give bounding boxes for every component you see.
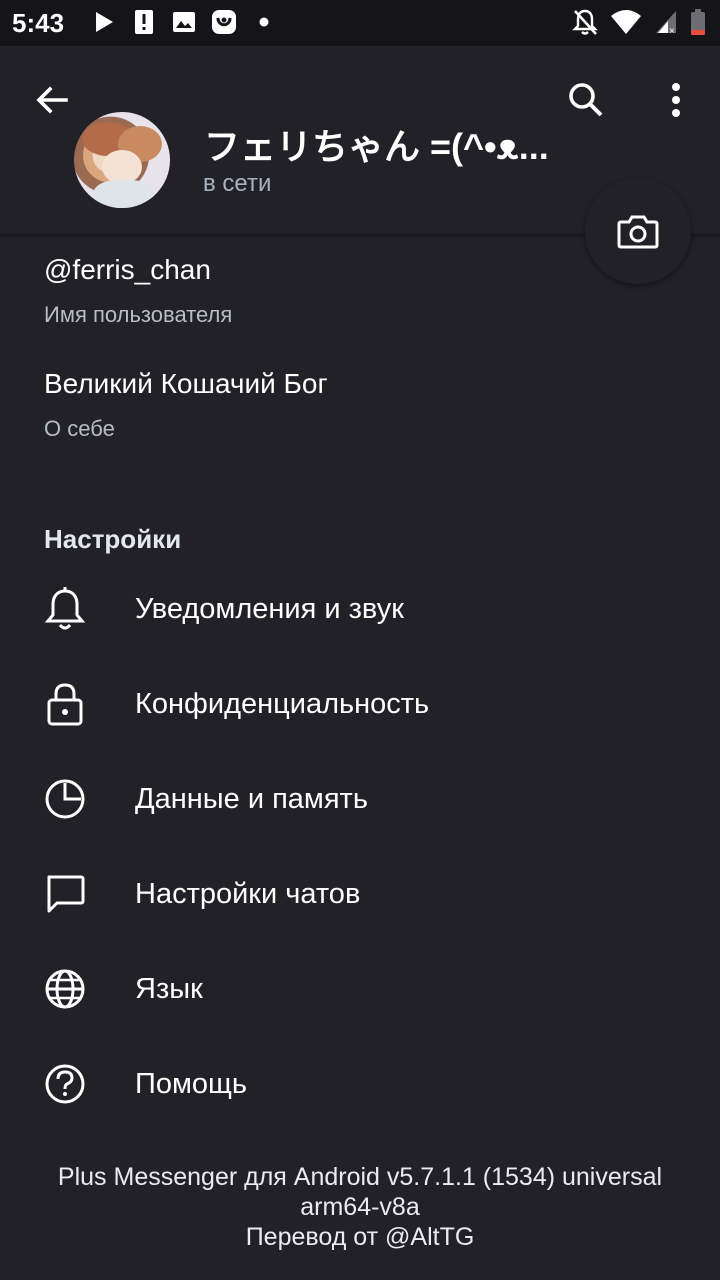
search-button[interactable] [562, 76, 610, 124]
username-value[interactable]: @ferris_chan [44, 254, 211, 286]
signal-icon: × [654, 8, 678, 36]
image-icon [166, 8, 202, 36]
svg-text:×: × [669, 26, 675, 35]
battery-icon [690, 8, 706, 36]
more-vert-icon [672, 83, 680, 117]
menu-item-chat-settings[interactable]: Настройки чатов [0, 847, 720, 941]
play-icon [86, 8, 122, 36]
username-label: Имя пользователя [44, 302, 233, 327]
menu-item-label: Конфиденциальность [135, 687, 430, 720]
version-line: Plus Messenger для Android v5.7.1.1 (153… [57, 1163, 663, 1191]
translation-credit: Перевод от @AltTG [245, 1223, 475, 1251]
app-icon [206, 8, 242, 36]
help-icon [40, 1059, 90, 1109]
menu-item-data-storage[interactable]: Данные и память [0, 752, 720, 846]
settings-section-title: Настройки [44, 524, 182, 554]
more-options-button[interactable] [654, 76, 698, 124]
menu-item-help[interactable]: Помощь [0, 1037, 720, 1131]
version-arch: arm64-v8a [300, 1193, 420, 1221]
version-footer: Plus Messenger для Android v5.7.1.1 (153… [0, 1162, 720, 1252]
menu-item-label: Уведомления и звук [135, 592, 404, 625]
pie-chart-icon [40, 774, 90, 824]
menu-item-notifications[interactable]: Уведомления и звук [0, 562, 720, 656]
profile-avatar[interactable] [74, 112, 170, 208]
arrow-back-icon [36, 86, 68, 114]
search-icon [569, 83, 603, 117]
status-left-icons [86, 8, 286, 36]
wifi-icon [610, 8, 642, 36]
bell-icon [40, 584, 90, 634]
status-bar: 5:43 × [0, 0, 720, 46]
alert-icon [126, 8, 162, 36]
camera-icon [617, 215, 659, 249]
menu-item-label: Помощь [135, 1067, 248, 1100]
notifications-off-icon [572, 8, 598, 36]
menu-item-privacy[interactable]: Конфиденциальность [0, 657, 720, 751]
set-photo-button[interactable] [585, 178, 691, 284]
back-button[interactable] [30, 78, 74, 122]
menu-item-label: Язык [135, 972, 203, 1005]
bio-value[interactable]: Великий Кошачий Бог [44, 368, 328, 400]
online-status: в сети [203, 170, 272, 197]
chat-bubble-icon [40, 869, 90, 919]
menu-item-language[interactable]: Язык [0, 942, 720, 1036]
bio-label: О себе [44, 416, 115, 441]
menu-item-label: Настройки чатов [135, 877, 361, 910]
status-right-icons: × [560, 8, 706, 36]
status-time: 5:43 [12, 8, 65, 38]
globe-icon [40, 964, 90, 1014]
lock-icon [40, 679, 90, 729]
menu-item-label: Данные и память [135, 782, 368, 815]
profile-name: フェリちゃん =(^•ᴥ... [204, 126, 549, 167]
dot-icon [246, 8, 282, 36]
